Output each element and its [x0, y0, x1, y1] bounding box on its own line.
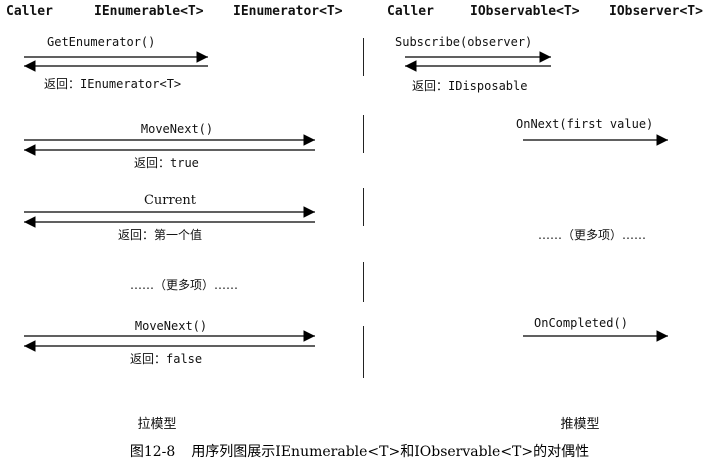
movenext-2-label: MoveNext()	[134, 319, 208, 333]
divider-2	[363, 115, 364, 153]
current-label: Current	[143, 193, 197, 208]
subscribe-label: Subscribe(observer)	[395, 35, 533, 49]
push-more-items-label: ……（更多项）……	[537, 228, 647, 242]
divider-4	[363, 262, 364, 302]
get-enumerator-label: GetEnumerator()	[47, 35, 156, 49]
header-ienumerable: IEnumerable<T>	[94, 4, 204, 19]
pull-more-items-label: ……（更多项）……	[129, 278, 239, 292]
caption-prefix: 图12-8	[129, 444, 176, 460]
header-ienumerator: IEnumerator<T>	[233, 4, 343, 19]
movenext-1-label: MoveNext()	[140, 122, 214, 136]
push-model-label: 推模型	[560, 417, 600, 432]
return-true-label: 返回：true	[134, 156, 199, 170]
divider-5	[363, 326, 364, 378]
header-iobserver: IObserver<T>	[609, 4, 703, 19]
divider-3	[363, 188, 364, 226]
caption-text: 用序列图展示IEnumerable<T>和IObservable<T>的对偶性	[191, 444, 590, 460]
pull-model-label: 拉模型	[137, 417, 177, 432]
figure-caption: 图12-8 用序列图展示IEnumerable<T>和IObservable<T>…	[0, 441, 719, 461]
oncompleted-label: OnCompleted()	[534, 316, 628, 330]
return-enumerator-label: 返回：IEnumerator<T>	[44, 77, 182, 91]
return-disposable-label: 返回：IDisposable	[412, 79, 528, 93]
onnext-label: OnNext(first value)	[516, 117, 654, 131]
return-false-label: 返回：false	[130, 352, 203, 366]
divider-1	[363, 38, 364, 76]
sequence-diagram: Caller IEnumerable<T> IEnumerator<T> Cal…	[0, 0, 719, 468]
header-push-caller: Caller	[387, 4, 434, 19]
header-pull-caller: Caller	[6, 4, 53, 19]
header-iobservable: IObservable<T>	[470, 4, 580, 19]
return-first-label: 返回：第一个值	[118, 228, 203, 242]
